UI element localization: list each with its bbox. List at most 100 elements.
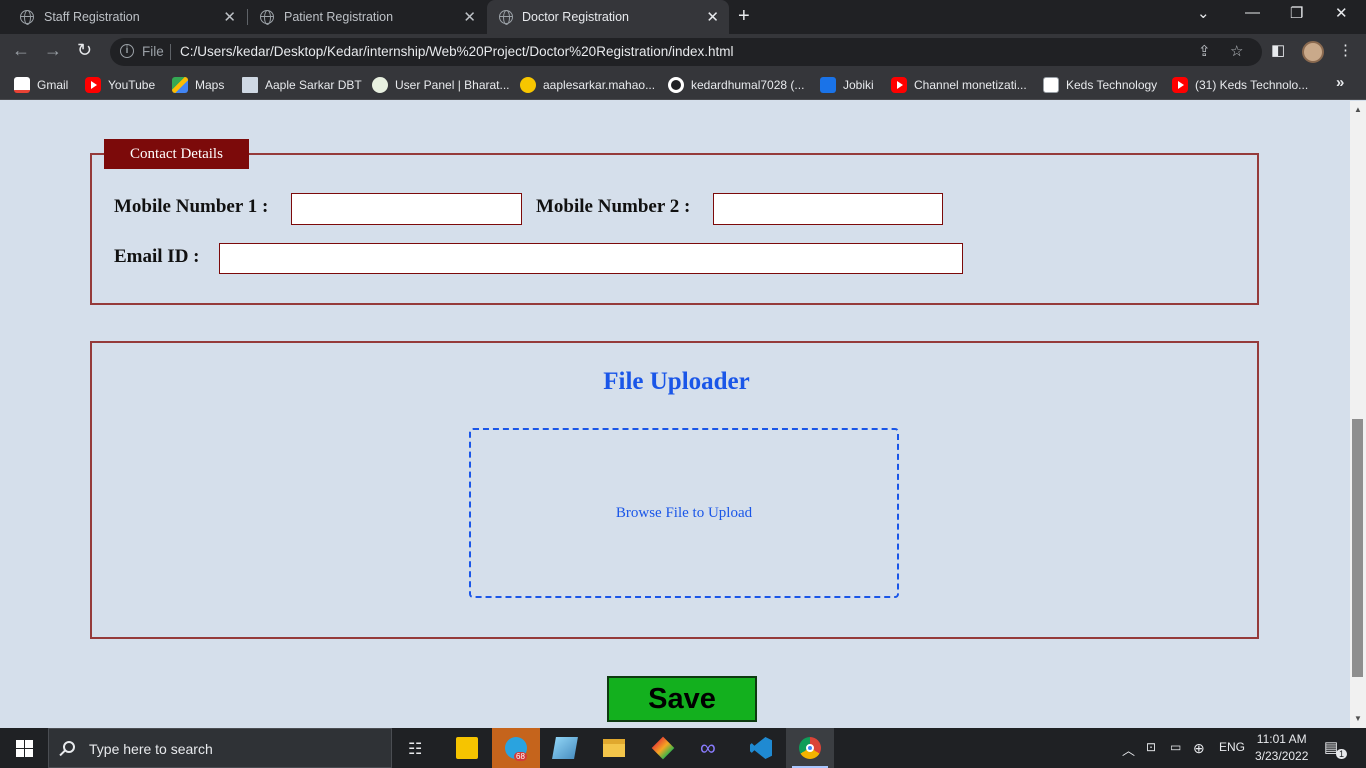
network-globe-icon[interactable]: ⊕ [1193,740,1205,757]
tray-chevron-up-icon[interactable]: ︿ [1122,740,1135,759]
forward-arrow-icon[interactable]: → [44,40,62,61]
bookmarks-overflow-icon[interactable]: » [1336,74,1344,91]
taskbar-search-box[interactable]: Type here to search [48,728,392,768]
scheme-label: File [142,44,164,59]
globe-icon [260,10,274,25]
bookmark-channel-monetization[interactable]: Channel monetizati... [891,77,1027,93]
bookmark-gmail[interactable]: Gmail [14,77,68,93]
notification-count-badge: 1 [1336,749,1348,759]
youtube-icon [1172,77,1188,93]
bookmark-label: (31) Keds Technolo... [1195,78,1309,92]
folder-icon [603,739,625,757]
battery-icon[interactable]: ▭ [1170,740,1181,754]
windows-logo-pane [16,749,24,757]
task-view-button[interactable]: ☷ [394,728,442,768]
taskbar-git[interactable] [639,728,687,768]
globe-icon [499,10,513,25]
mobile-number-2-input[interactable] [713,193,943,225]
taskbar-infinity-app[interactable]: ∞ [688,728,736,768]
close-tab-icon[interactable]: ✕ [463,8,476,26]
share-icon[interactable]: ⇪ [1198,42,1211,60]
side-panel-icon[interactable]: ◧ [1271,41,1285,59]
contact-details-legend: Contact Details [104,139,249,169]
bookmark-label: Channel monetizati... [914,78,1027,92]
page-scrollbar[interactable]: ▲ ▼ [1350,101,1366,728]
save-button[interactable]: Save [607,676,757,722]
url-text[interactable]: C:/Users/kedar/Desktop/Kedar/internship/… [180,44,734,59]
windows-logo-pane [25,740,33,748]
language-indicator[interactable]: ENG [1219,740,1245,754]
telegram-badge: 68 [514,752,527,761]
taskbar-vscode[interactable] [737,728,785,768]
reload-icon[interactable]: ↻ [77,40,92,61]
tab-patient-registration[interactable]: Patient Registration ✕ [240,0,486,34]
page-viewport: Contact Details Mobile Number 1 : Mobile… [0,101,1350,728]
bookmark-label: Gmail [37,78,69,92]
user-panel-icon [372,77,388,93]
task-view-icon: ☷ [408,741,423,758]
scrollbar-thumb[interactable] [1352,419,1363,677]
tab-doctor-registration[interactable]: Doctor Registration ✕ [487,0,729,34]
windows-logo-icon [16,740,24,748]
bookmark-aaple-sarkar-dbt[interactable]: Aaple Sarkar DBT [242,77,362,93]
restore-icon[interactable]: ❐ [1290,4,1303,22]
tab-title: Doctor Registration [522,10,629,24]
bookmark-jobiki[interactable]: Jobiki [820,77,874,93]
taskbar-clock[interactable]: 11:01 AM 3/23/2022 [1255,731,1308,765]
address-divider [170,44,171,60]
bookmark-star-icon[interactable]: ☆ [1230,42,1243,60]
document-icon [242,77,258,93]
window-close-icon[interactable]: ✕ [1335,4,1348,22]
bookmark-youtube[interactable]: YouTube [85,77,155,93]
youtube-icon [85,77,101,93]
bookmark-label: User Panel | Bharat... [395,78,510,92]
chrome-center-dot [806,744,814,752]
info-icon[interactable]: i [120,44,134,58]
browser-toolbar: ← → ↻ i File C:/Users/kedar/Desktop/Keda… [0,34,1366,70]
clock-time: 11:01 AM [1256,732,1307,746]
bookmark-maps[interactable]: Maps [172,77,224,93]
close-tab-icon[interactable]: ✕ [223,8,236,26]
scroll-up-arrow-icon[interactable]: ▲ [1354,105,1362,114]
tab-search-chevron-icon[interactable]: ⌄ [1197,4,1210,22]
windows-start-button[interactable] [0,728,48,768]
minimize-icon[interactable]: — [1245,4,1260,21]
file-uploader-section: File Uploader Browse File to Upload [90,341,1259,639]
youtube-icon [891,77,907,93]
keds-icon [1043,77,1059,93]
address-bar[interactable]: i File C:/Users/kedar/Desktop/Kedar/inte… [110,38,1262,66]
taskbar-notepad[interactable] [541,728,589,768]
file-drop-zone[interactable]: Browse File to Upload [469,428,899,598]
maps-icon [172,77,188,93]
tab-staff-registration[interactable]: Staff Registration ✕ [0,0,246,34]
bookmark-github[interactable]: kedardhumal7028 (... [668,77,804,93]
taskbar-chrome[interactable] [786,728,834,768]
mobile-number-1-input[interactable] [291,193,522,225]
scroll-down-arrow-icon[interactable]: ▼ [1354,714,1362,723]
email-id-input[interactable] [219,243,963,274]
meet-now-icon[interactable]: ⊡ [1146,740,1156,754]
back-arrow-icon[interactable]: ← [12,40,30,61]
bookmark-keds-youtube[interactable]: (31) Keds Technolo... [1172,77,1308,93]
new-tab-plus-icon[interactable]: + [738,5,750,28]
profile-avatar[interactable] [1302,41,1324,63]
mobile-number-1-label: Mobile Number 1 : [114,196,269,217]
bookmark-user-panel[interactable]: User Panel | Bharat... [372,77,510,93]
bookmark-label: Maps [195,78,225,92]
taskbar-file-explorer[interactable] [590,728,638,768]
vscode-icon [750,737,772,759]
taskbar-sticky-notes[interactable] [443,728,491,768]
close-tab-icon[interactable]: ✕ [706,8,719,26]
browse-file-text[interactable]: Browse File to Upload [616,505,752,522]
sun-icon [520,77,536,93]
bookmark-aaplesarkar[interactable]: aaplesarkar.mahao... [520,77,655,93]
taskbar-telegram[interactable]: 68 [492,728,540,768]
clock-date: 3/23/2022 [1255,749,1309,763]
search-icon [63,741,75,753]
bookmark-label: YouTube [108,78,156,92]
git-icon [651,736,675,760]
github-icon [668,77,684,93]
bookmark-keds-technology[interactable]: Keds Technology [1043,77,1157,93]
globe-icon [20,10,34,25]
menu-kebab-icon[interactable]: ⋮ [1338,41,1353,59]
